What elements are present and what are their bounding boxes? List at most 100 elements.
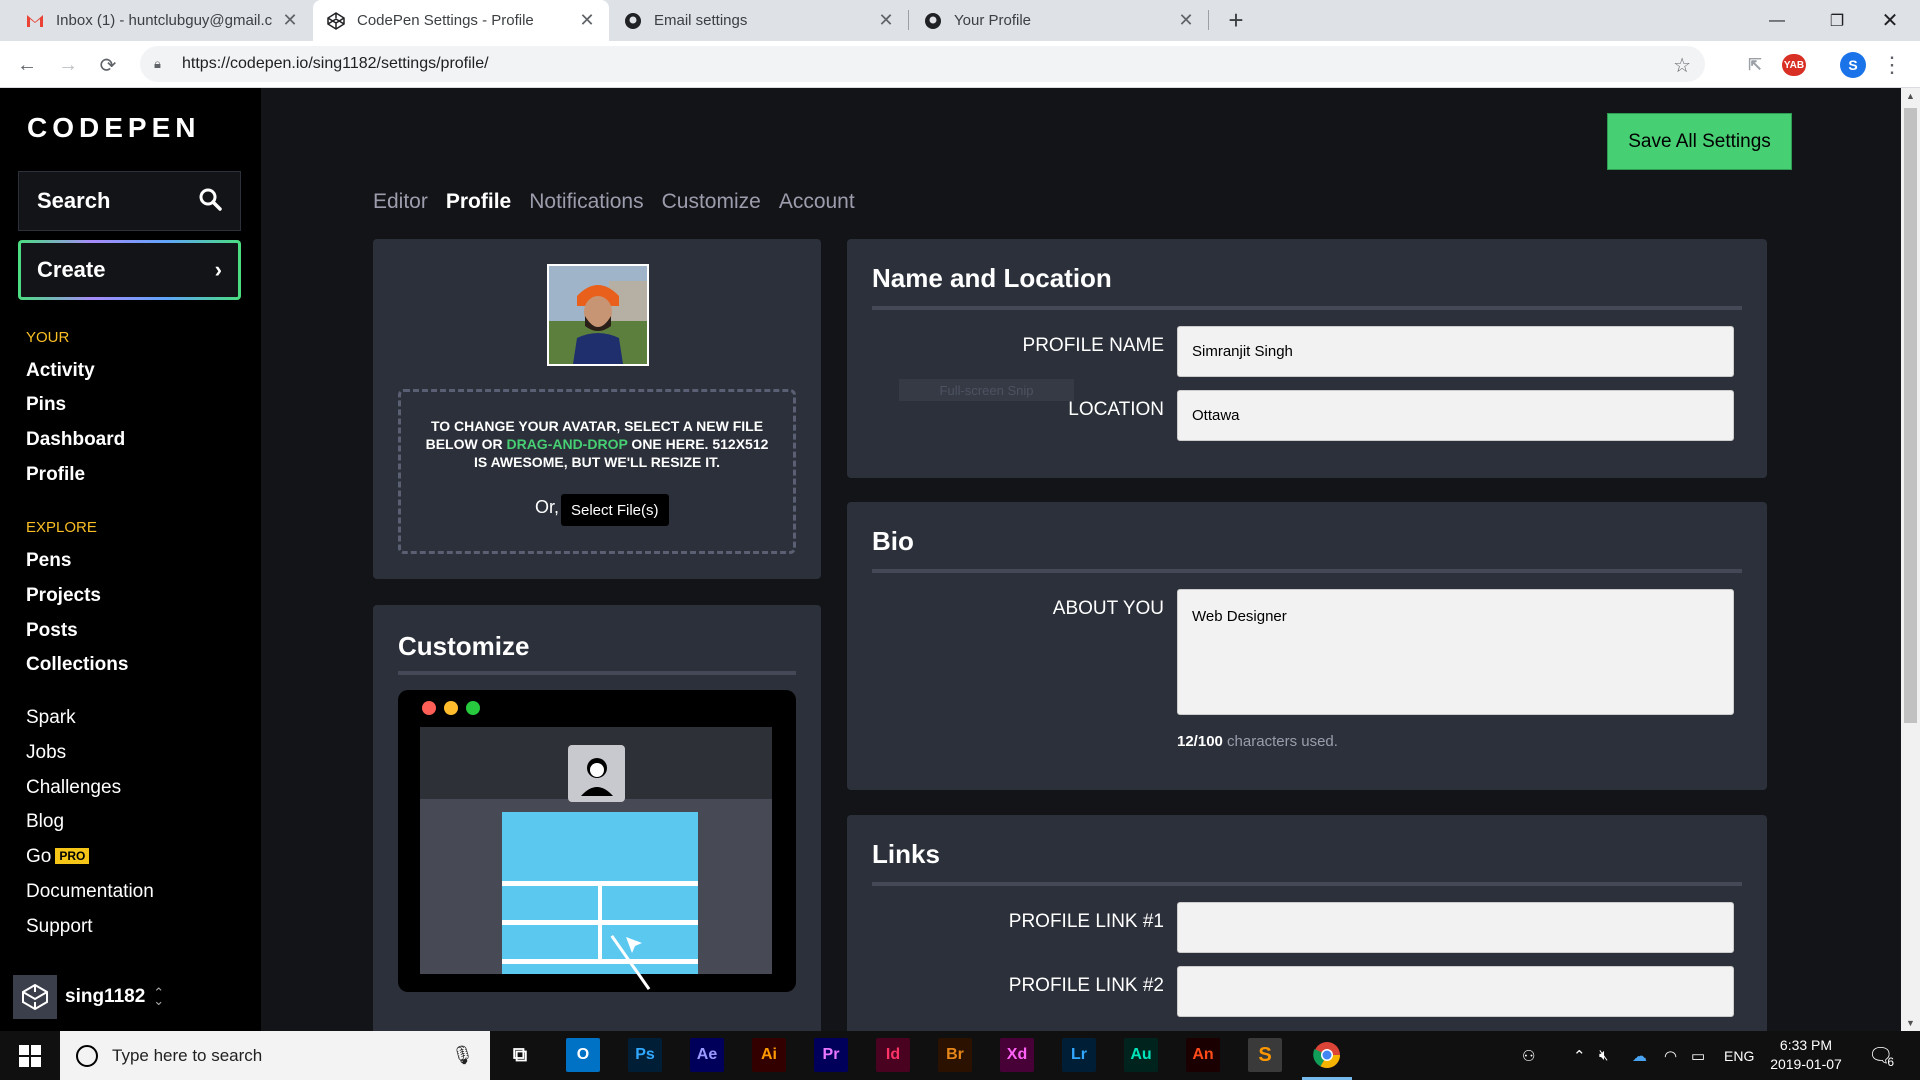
extension-icon[interactable]: ⇱ bbox=[1743, 54, 1767, 76]
about-you-textarea[interactable]: Web Designer bbox=[1177, 589, 1734, 715]
tray-expand-icon[interactable]: ⌃ bbox=[1573, 1031, 1586, 1080]
card-title: Links bbox=[872, 839, 940, 869]
label-container: PROFILE NAME bbox=[847, 335, 1164, 365]
sidebar-item-spark[interactable]: Spark bbox=[26, 707, 76, 729]
tab-editor[interactable]: Editor bbox=[373, 190, 428, 214]
avatar bbox=[13, 975, 57, 1019]
profile-name-input[interactable]: Simranjit Singh bbox=[1177, 326, 1734, 377]
sidebar-item-challenges[interactable]: Challenges bbox=[26, 777, 121, 799]
url-field[interactable]: 🔒︎ https://codepen.io/sing1182/settings/… bbox=[140, 46, 1705, 82]
restore-button[interactable]: ❐ bbox=[1807, 0, 1867, 41]
outlook-icon[interactable]: O bbox=[566, 1038, 600, 1072]
notification-center-icon[interactable]: 🗨︎ 6 bbox=[1868, 1031, 1894, 1080]
indesign-icon[interactable]: Id bbox=[876, 1038, 910, 1072]
sublime-text-icon[interactable]: S bbox=[1248, 1038, 1282, 1072]
pro-badge: PRO bbox=[55, 848, 90, 864]
people-icon[interactable]: ⚇ bbox=[1522, 1031, 1535, 1080]
xd-icon[interactable]: Xd bbox=[1000, 1038, 1034, 1072]
windows-logo-icon bbox=[19, 1044, 41, 1067]
avatar-dropzone[interactable]: To change your avatar, select a new file… bbox=[398, 389, 796, 554]
new-tab-button[interactable]: + bbox=[1220, 4, 1252, 36]
battery-icon[interactable]: ▭ bbox=[1691, 1031, 1705, 1080]
language-indicator[interactable]: ENG bbox=[1724, 1031, 1754, 1080]
settings-main: Save All Settings Editor Profile Notific… bbox=[261, 88, 1901, 1055]
sidebar-item-collections[interactable]: Collections bbox=[26, 654, 128, 676]
photoshop-icon[interactable]: Ps bbox=[628, 1038, 662, 1072]
tab-customize[interactable]: Customize bbox=[662, 190, 761, 214]
sidebar-item-pens[interactable]: Pens bbox=[26, 550, 71, 572]
scrollbar-thumb[interactable] bbox=[1904, 108, 1917, 723]
tab-account[interactable]: Account bbox=[779, 190, 855, 214]
sidebar-item-jobs[interactable]: Jobs bbox=[26, 742, 66, 764]
close-window-button[interactable]: ✕ bbox=[1860, 0, 1920, 41]
bridge-icon[interactable]: Br bbox=[938, 1038, 972, 1072]
clock-time: 6:33 PM bbox=[1779, 1037, 1833, 1053]
windows-start-button[interactable] bbox=[0, 1031, 60, 1080]
user-menu[interactable]: sing1182 ⌃ ⌄ bbox=[13, 975, 164, 1019]
scroll-down-arrow-icon[interactable]: ▼ bbox=[1901, 1015, 1920, 1031]
tab-codepen-settings[interactable]: CodePen Settings - Profile ✕ bbox=[313, 0, 609, 41]
close-icon[interactable]: ✕ bbox=[1178, 10, 1194, 31]
cortana-icon bbox=[76, 1044, 98, 1067]
task-view-icon[interactable]: ⧉ bbox=[503, 1038, 537, 1072]
illustration-grid bbox=[502, 812, 698, 974]
customize-card: Customize bbox=[373, 605, 821, 1045]
location-input[interactable]: Ottawa bbox=[1177, 390, 1734, 441]
page-scrollbar[interactable]: ▲ ▼ bbox=[1901, 88, 1920, 1031]
chrome-icon[interactable] bbox=[1310, 1038, 1344, 1072]
chevron-updown-icon: ⌃ ⌄ bbox=[153, 985, 165, 1008]
profile-link-2-input[interactable] bbox=[1177, 966, 1734, 1017]
sidebar-item-projects[interactable]: Projects bbox=[26, 585, 101, 607]
taskbar-clock[interactable]: 6:33 PM 2019-01-07 bbox=[1766, 1036, 1846, 1074]
sidebar-item-pins[interactable]: Pins bbox=[26, 394, 66, 416]
sidebar-item-documentation[interactable]: Documentation bbox=[26, 881, 154, 903]
illustrator-icon[interactable]: Ai bbox=[752, 1038, 786, 1072]
forward-button[interactable]: → bbox=[52, 49, 84, 81]
reload-button[interactable]: ⟳ bbox=[92, 49, 124, 81]
profile-avatar-image bbox=[547, 264, 649, 366]
audition-icon[interactable]: Au bbox=[1124, 1038, 1158, 1072]
tab-gmail[interactable]: Inbox (1) - huntclubguy@gmail.c ✕ bbox=[12, 0, 312, 41]
close-icon[interactable]: ✕ bbox=[579, 10, 595, 31]
sidebar-item-profile[interactable]: Profile bbox=[26, 464, 85, 486]
close-icon[interactable]: ✕ bbox=[282, 10, 298, 31]
taskbar-search[interactable]: Type here to search 🎙︎ bbox=[60, 1031, 490, 1080]
divider bbox=[872, 882, 1742, 886]
select-files-button[interactable]: Select File(s) bbox=[561, 494, 669, 526]
back-button[interactable]: ← bbox=[11, 49, 43, 81]
card-title: Name and Location bbox=[872, 263, 1112, 293]
scroll-up-arrow-icon[interactable]: ▲ bbox=[1901, 88, 1920, 104]
codepen-logo[interactable]: CODEPEN bbox=[27, 112, 200, 144]
sidebar-item-dashboard[interactable]: Dashboard bbox=[26, 429, 125, 451]
tab-your-profile[interactable]: Your Profile ✕ bbox=[910, 0, 1208, 41]
tab-notifications[interactable]: Notifications bbox=[529, 190, 643, 214]
minimize-button[interactable]: — bbox=[1747, 0, 1807, 41]
onedrive-icon[interactable]: ☁ bbox=[1632, 1031, 1647, 1080]
microphone-icon[interactable]: 🎙︎ bbox=[451, 1045, 474, 1066]
sidebar-item-activity[interactable]: Activity bbox=[26, 360, 95, 382]
sidebar-item-support[interactable]: Support bbox=[26, 916, 93, 938]
window-dot-green bbox=[466, 701, 480, 715]
label-container: ABOUT YOU bbox=[847, 598, 1164, 628]
tab-email-settings[interactable]: Email settings ✕ bbox=[610, 0, 908, 41]
lightroom-icon[interactable]: Lr bbox=[1062, 1038, 1096, 1072]
volume-muted-icon[interactable]: 🔇︎ bbox=[1599, 1031, 1608, 1080]
tab-profile[interactable]: Profile bbox=[446, 190, 511, 214]
sidebar-item-go[interactable]: Go PRO bbox=[26, 846, 90, 868]
profile-link-1-input[interactable] bbox=[1177, 902, 1734, 953]
github-icon bbox=[624, 12, 642, 30]
extension-badge[interactable]: YAB bbox=[1782, 54, 1806, 76]
animate-icon[interactable]: An bbox=[1186, 1038, 1220, 1072]
close-icon[interactable]: ✕ bbox=[878, 10, 894, 31]
profile-avatar[interactable]: S bbox=[1840, 52, 1866, 78]
bookmark-star-icon[interactable]: ☆ bbox=[1673, 53, 1691, 78]
after-effects-icon[interactable]: Ae bbox=[690, 1038, 724, 1072]
sidebar-item-blog[interactable]: Blog bbox=[26, 811, 64, 833]
search-button[interactable]: Search bbox=[18, 171, 241, 231]
sidebar-item-posts[interactable]: Posts bbox=[26, 620, 78, 642]
wifi-icon[interactable]: ◠ bbox=[1664, 1031, 1677, 1080]
browser-menu-icon[interactable]: ⋮ bbox=[1876, 49, 1908, 81]
premiere-icon[interactable]: Pr bbox=[814, 1038, 848, 1072]
create-button[interactable]: Create › bbox=[18, 240, 241, 300]
save-all-settings-button[interactable]: Save All Settings bbox=[1607, 113, 1792, 170]
